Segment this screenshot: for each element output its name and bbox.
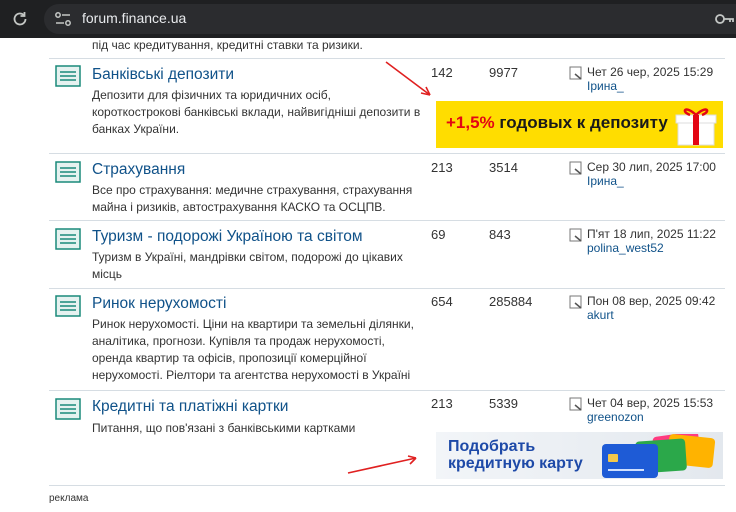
forum-description: Ринок нерухомості. Ціни на квартири та з…: [92, 317, 414, 382]
password-key-icon[interactable]: [714, 10, 734, 28]
forum-list: під час кредитування, кредитні ставки та…: [0, 38, 736, 512]
deposit-ad-rate: +1,5%: [446, 113, 495, 132]
gift-box-icon: [675, 108, 717, 146]
ad-label: реклама: [49, 493, 89, 504]
browser-toolbar: forum.finance.ua: [0, 0, 736, 38]
reload-icon[interactable]: [10, 9, 30, 29]
forum-row-tourism: Туризм - подорожі Україною та світом Тур…: [49, 221, 725, 289]
credit-card-ad-line2: кредитную карту: [448, 455, 583, 472]
posts-count: 5339: [489, 396, 518, 411]
forum-description: Все про страхування: медичне страхування…: [92, 183, 413, 214]
forum-read-icon: [55, 228, 81, 250]
previous-forum-description: під час кредитування, кредитні ставки та…: [92, 38, 363, 52]
forum-title-link[interactable]: Страхування: [92, 161, 185, 179]
annotation-arrow-icon: [347, 455, 417, 474]
topics-count: 654: [431, 294, 453, 309]
credit-card-ad-line1: Подобрать: [448, 438, 536, 455]
forum-title-link[interactable]: Туризм - подорожі Україною та світом: [92, 228, 363, 246]
last-post-date: Чет 04 вер, 2025 15:53: [587, 396, 714, 410]
last-post-icon[interactable]: [569, 228, 583, 242]
last-post-icon[interactable]: [569, 161, 583, 175]
posts-count: 843: [489, 227, 511, 242]
topics-count: 213: [431, 160, 453, 175]
last-post-icon[interactable]: [569, 66, 583, 80]
forum-row-real-estate: Ринок нерухомості Ринок нерухомості. Цін…: [49, 289, 725, 391]
last-post-user-link[interactable]: greenozon: [587, 410, 644, 424]
address-bar[interactable]: forum.finance.ua: [44, 4, 736, 34]
last-post-date: Чет 26 чер, 2025 15:29: [587, 65, 714, 79]
last-post-date: Сер 30 лип, 2025 17:00: [587, 160, 716, 174]
deposit-ad-banner[interactable]: +1,5% годовых к депозиту: [436, 101, 723, 148]
url-text[interactable]: forum.finance.ua: [82, 10, 186, 26]
last-post-user-link[interactable]: polina_west52: [587, 241, 664, 255]
deposit-ad-text: +1,5% годовых к депозиту: [446, 113, 668, 133]
forum-description: Питання, що пов'язані з банківськими кар…: [92, 421, 356, 435]
forum-read-icon: [55, 295, 81, 317]
forum-row-insurance: Страхування Все про страхування: медичне…: [49, 154, 725, 221]
credit-cards-icon: [602, 434, 716, 478]
last-post-icon[interactable]: [569, 397, 583, 411]
topics-count: 213: [431, 396, 453, 411]
site-info-icon[interactable]: [54, 11, 72, 27]
deposit-ad-caption: годовых к депозиту: [499, 113, 668, 132]
posts-count: 3514: [489, 160, 518, 175]
credit-card-ad-banner[interactable]: Подобрать кредитную карту: [436, 432, 723, 479]
last-post-date: П'ят 18 лип, 2025 11:22: [587, 227, 716, 241]
forum-title-link[interactable]: Ринок нерухомості: [92, 295, 226, 313]
topics-count: 69: [431, 227, 446, 242]
forum-title-link[interactable]: Банківські депозити: [92, 66, 234, 84]
forum-description: Туризм в Україні, мандрівки світом, подо…: [92, 250, 403, 281]
last-post-user-link[interactable]: Ірина_: [587, 174, 624, 188]
forum-description: Депозити для фізичних та юридичних осіб,…: [92, 88, 421, 136]
last-post-date: Пон 08 вер, 2025 09:42: [587, 294, 716, 308]
last-post-icon[interactable]: [569, 295, 583, 309]
annotation-arrow-icon: [385, 61, 431, 96]
forum-read-icon: [55, 398, 81, 420]
last-post-user-link[interactable]: akurt: [587, 308, 614, 322]
last-post-user-link[interactable]: Ірина_: [587, 79, 624, 93]
posts-count: 9977: [489, 65, 518, 80]
forum-title-link[interactable]: Кредитні та платіжні картки: [92, 398, 288, 416]
credit-card-ad-text: Подобрать кредитную карту: [448, 438, 583, 472]
forum-read-icon: [55, 65, 81, 87]
forum-read-icon: [55, 161, 81, 183]
posts-count: 285884: [489, 294, 533, 309]
